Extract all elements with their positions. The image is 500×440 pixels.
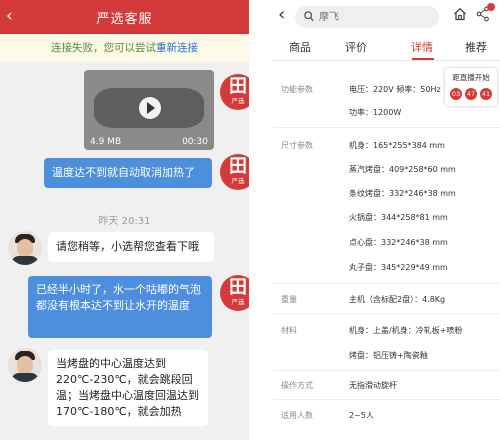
spec-value: 2~5人 <box>349 411 374 420</box>
spec-label: 操作方式 <box>281 381 313 390</box>
panel-divider <box>249 0 273 440</box>
video-duration: 00:30 <box>182 137 208 147</box>
back-arrow-icon[interactable]: ‹ <box>278 4 285 26</box>
chat-panel: ‹ 严选客服 连接失败，您可以尝试重新连接 4.9 MB 00:30 田 严选 … <box>0 0 249 440</box>
tab-reviews[interactable]: 评价 <box>345 39 367 55</box>
avatar-face <box>17 356 33 374</box>
reconnect-link[interactable]: 重新连接 <box>156 42 198 54</box>
spec-value: 机身：上盖/机身：冷轧板+喷粉 <box>349 326 463 335</box>
yanxuan-logo-icon: 田 <box>229 156 247 177</box>
agent-avatar[interactable] <box>8 231 42 265</box>
row-divider <box>273 283 500 284</box>
spec-value: 烤盘：铝压铸+陶瓷釉 <box>349 351 428 360</box>
spec-value: 条纹烤盘：332*246*38 mm <box>349 189 456 198</box>
row-divider <box>273 127 500 128</box>
brand-avatar-caption: 严选 <box>231 298 245 306</box>
live-countdown-widget[interactable]: 距直播开始 03 47 41 <box>445 68 497 106</box>
yanxuan-logo-icon: 田 <box>229 277 247 298</box>
home-icon[interactable] <box>453 7 467 21</box>
brand-avatar[interactable]: 田 严选 <box>220 275 249 311</box>
row-divider <box>273 399 500 400</box>
incoming-message: 请您稍等，小选帮您查看下哦 <box>48 232 214 262</box>
spec-value: 功率：1200W <box>349 108 402 117</box>
video-size: 4.9 MB <box>90 137 122 147</box>
spec-value: 点心盘：332*246*38 mm <box>349 238 448 247</box>
countdown-minutes: 47 <box>465 88 477 100</box>
spec-value: 无指滑动旋杆 <box>349 381 397 390</box>
row-divider <box>273 370 500 371</box>
spec-label: 重量 <box>281 295 297 304</box>
spec-value: 丸子盘：345*229*49 mm <box>349 263 448 272</box>
chat-header: ‹ 严选客服 <box>0 0 249 34</box>
connection-notice: 连接失败，您可以尝试重新连接 <box>0 34 249 62</box>
brand-avatar-caption: 严选 <box>231 97 245 105</box>
video-message[interactable]: 4.9 MB 00:30 <box>84 70 214 150</box>
tab-recommend[interactable]: 推荐 <box>465 39 487 55</box>
chat-title: 严选客服 <box>96 12 153 27</box>
avatar-face <box>17 239 33 257</box>
spec-label: 适用人数 <box>281 411 313 420</box>
search-input[interactable] <box>319 9 431 25</box>
yanxuan-logo-icon: 田 <box>229 76 247 97</box>
tab-bar: 商品 评价 详情 推荐 <box>273 34 500 61</box>
message-timestamp: 昨天 20:31 <box>98 216 151 227</box>
countdown-seconds: 41 <box>480 88 492 100</box>
spec-value: 电压：220V 频率：50Hz <box>349 85 441 94</box>
incoming-message: 当烤盘的中心温度达到220℃-230℃，就会跳段回温；当烤盘中心温度回温达到17… <box>48 350 208 426</box>
avatar-suit <box>11 256 39 265</box>
countdown-hours: 03 <box>450 88 462 100</box>
avatar-suit <box>11 373 39 382</box>
brand-avatar-caption: 严选 <box>231 177 245 185</box>
tab-details[interactable]: 详情 <box>411 39 433 55</box>
row-divider <box>273 313 500 314</box>
product-top-bar: ‹ <box>273 0 500 34</box>
notice-text: 连接失败，您可以尝试 <box>51 42 156 54</box>
brand-avatar[interactable]: 田 严选 <box>220 74 249 110</box>
outgoing-message: 温度达不到就自动取消加热了 <box>44 158 212 188</box>
agent-avatar[interactable] <box>8 348 42 382</box>
search-box[interactable] <box>295 6 439 28</box>
spec-value: 机身：165*255*384 mm <box>349 141 445 150</box>
spec-value: 主机（含标配2盘）：4.8Kg <box>349 295 446 304</box>
spec-label: 材料 <box>281 326 297 335</box>
spec-label: 功能参数 <box>281 85 313 94</box>
search-icon <box>304 11 314 22</box>
share-badge <box>487 3 495 11</box>
product-panel: ‹ 商品 评价 详情 推荐 距直播开始 03 47 41 <box>273 0 500 440</box>
play-icon[interactable] <box>139 97 161 119</box>
active-tab-indicator <box>412 58 434 60</box>
spec-value: 蒸汽烤盘：409*258*60 mm <box>349 165 456 174</box>
spec-label: 尺寸参数 <box>281 141 313 150</box>
brand-avatar[interactable]: 田 严选 <box>220 154 249 190</box>
tab-goods[interactable]: 商品 <box>289 39 311 55</box>
spec-value: 火锅盘：344*258*81 mm <box>349 213 448 222</box>
outgoing-message: 已经半小时了，水一个咕嘟的气泡都没有根本达不到让水开的温度 <box>28 276 212 338</box>
live-countdown-title: 距直播开始 <box>452 73 490 82</box>
